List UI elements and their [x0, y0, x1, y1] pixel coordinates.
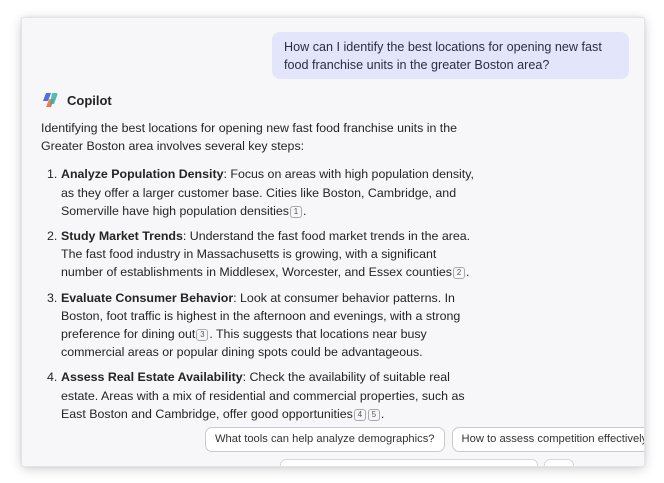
suggestion-chips: What tools can help analyze demographics…: [205, 427, 644, 452]
step-number: 4.: [47, 370, 58, 385]
list-item: 2. Study Market Trends: Understand the f…: [41, 227, 481, 282]
step-tail: .: [380, 406, 385, 421]
copilot-logo-icon: [43, 93, 58, 107]
user-message-text: How can I identify the best locations fo…: [284, 40, 602, 72]
user-message-bubble: How can I identify the best locations fo…: [272, 32, 629, 79]
suggestion-chip-partial[interactable]: [280, 459, 538, 466]
citation-badge[interactable]: 1: [290, 205, 302, 218]
citation-badge[interactable]: 4: [353, 408, 366, 421]
step-tail: .: [465, 265, 470, 280]
steps-list: 1. Analyze Population Density: Focus on …: [41, 165, 481, 423]
chat-window: How can I identify the best locations fo…: [22, 18, 644, 466]
list-item: 4. Assess Real Estate Availability: Chec…: [41, 368, 481, 423]
assistant-response: Identifying the best locations for openi…: [41, 119, 481, 430]
step-tail: .: [303, 203, 307, 218]
citation-badge[interactable]: 2: [452, 267, 465, 280]
step-title: Analyze Population Density: [61, 167, 224, 182]
step-number: 1.: [47, 167, 58, 182]
step-number: 3.: [47, 290, 58, 305]
list-item: 3. Evaluate Consumer Behavior: Look at c…: [41, 289, 481, 362]
step-number: 2.: [47, 229, 58, 244]
list-item: 1. Analyze Population Density: Focus on …: [41, 165, 481, 220]
assistant-header: Copilot: [41, 91, 112, 109]
citation-badge[interactable]: 3: [196, 329, 209, 342]
step-title: Study Market Trends: [61, 229, 183, 244]
step-title: Evaluate Consumer Behavior: [61, 290, 234, 305]
suggestion-chip-demographics[interactable]: What tools can help analyze demographics…: [205, 427, 445, 452]
step-title: Assess Real Estate Availability: [61, 370, 243, 385]
citation-badge[interactable]: 5: [367, 408, 380, 421]
suggestion-chip-competition[interactable]: How to assess competition effectively?: [451, 427, 644, 452]
response-intro: Identifying the best locations for openi…: [41, 121, 458, 154]
suggestion-chip-partial-2[interactable]: [544, 459, 574, 466]
assistant-name: Copilot: [67, 92, 112, 108]
